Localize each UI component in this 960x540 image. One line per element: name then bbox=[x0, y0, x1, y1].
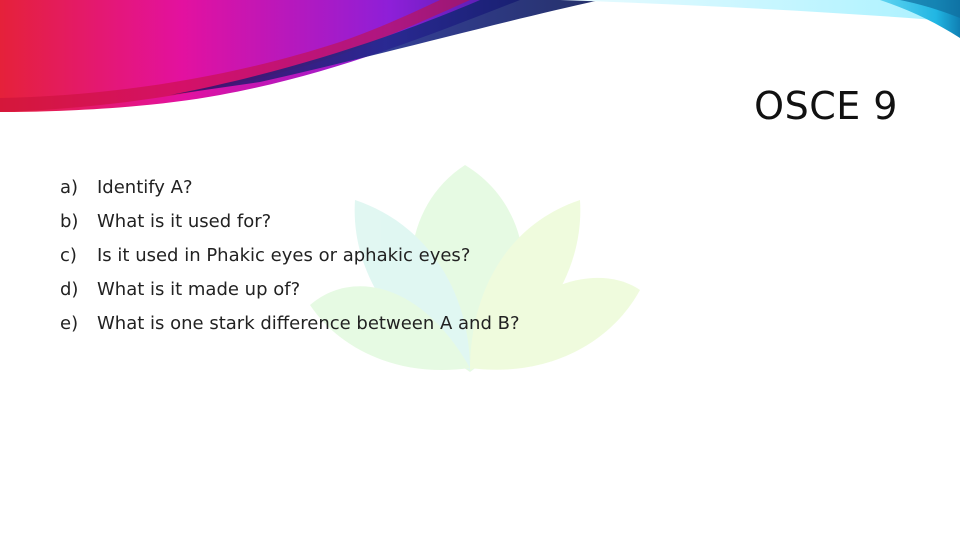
question-text: What is it used for? bbox=[97, 211, 272, 232]
question-item: e) What is one stark difference between … bbox=[60, 310, 520, 344]
question-item: d) What is it made up of? bbox=[60, 276, 520, 310]
slide-title: OSCE 9 bbox=[754, 84, 898, 128]
question-item: c) Is it used in Phakic eyes or aphakic … bbox=[60, 242, 520, 276]
question-marker: d) bbox=[60, 279, 79, 300]
question-marker: b) bbox=[60, 211, 79, 232]
question-item: b) What is it used for? bbox=[60, 208, 520, 242]
question-text: What is it made up of? bbox=[97, 279, 301, 300]
question-text: What is one stark difference between A a… bbox=[97, 313, 520, 334]
slide: OSCE 9 a) Identify A? b) What is it used… bbox=[0, 0, 960, 540]
question-marker: c) bbox=[60, 245, 77, 266]
question-item: a) Identify A? bbox=[60, 174, 520, 208]
question-marker: a) bbox=[60, 177, 79, 198]
question-text: Is it used in Phakic eyes or aphakic eye… bbox=[97, 245, 471, 266]
question-marker: e) bbox=[60, 313, 79, 334]
question-text: Identify A? bbox=[97, 177, 193, 198]
question-list: a) Identify A? b) What is it used for? c… bbox=[60, 174, 520, 344]
